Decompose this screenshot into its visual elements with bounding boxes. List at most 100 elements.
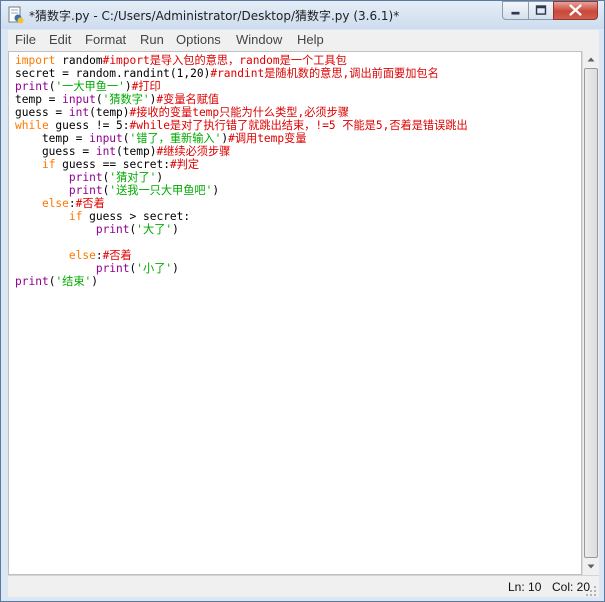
code-token: #接收的变量temp只能为什么类型,必须步骤 — [129, 106, 349, 119]
code-token: else — [41, 197, 69, 210]
code-token: if — [41, 158, 56, 171]
code-token: print — [95, 262, 130, 275]
code-token: print — [95, 223, 130, 236]
close-button[interactable] — [553, 1, 598, 20]
code-token: secret = random.randint(1,20) — [15, 67, 211, 80]
idle-python-icon[interactable] — [8, 6, 24, 24]
resize-grip-icon[interactable] — [583, 586, 597, 597]
code-token: guess = — [15, 106, 69, 119]
menu-format[interactable]: Format — [85, 32, 126, 47]
code-token: guess > secret: — [82, 210, 191, 223]
menu-help[interactable]: Help — [297, 32, 324, 47]
maximize-button[interactable] — [528, 1, 554, 20]
code-token: guess = — [15, 145, 96, 158]
code-token: #打印 — [131, 80, 161, 93]
code-token: while — [15, 119, 49, 132]
code-token: '猜数字' — [102, 93, 150, 106]
menu-edit[interactable]: Edit — [49, 32, 71, 47]
code-token: ) — [156, 171, 164, 184]
code-token: ) — [124, 80, 132, 93]
code-editor[interactable]: import random#import是导入包的意思，random是一个工具包… — [8, 51, 582, 575]
code-token: : — [68, 197, 76, 210]
code-line[interactable]: else:#否着 — [15, 249, 132, 262]
code-line[interactable]: print('送我一只大甲鱼吧') — [15, 184, 219, 197]
code-line[interactable]: while guess != 5:#while是对了执行错了就跳出结束，!=5 … — [15, 119, 468, 132]
code-token: input — [62, 93, 96, 106]
code-token: ( — [122, 132, 130, 145]
code-line[interactable]: secret = random.randint(1,20)#randint是随机… — [15, 67, 439, 80]
code-token: #调用temp变量 — [228, 132, 307, 145]
minimize-icon — [511, 11, 520, 15]
code-token: #判定 — [169, 158, 200, 171]
code-line[interactable]: import random#import是导入包的意思，random是一个工具包 — [15, 54, 347, 67]
menu-file[interactable]: File — [15, 32, 36, 47]
code-token: '小了' — [136, 262, 173, 275]
maximize-icon — [535, 5, 547, 15]
code-token: '送我一只大甲鱼吧' — [109, 184, 213, 197]
close-icon — [569, 4, 582, 16]
code-token: #变量名赋值 — [156, 93, 220, 106]
code-token: '结束' — [55, 275, 92, 288]
code-token: ) — [91, 275, 99, 288]
code-token: temp = — [15, 132, 90, 145]
idle-editor-window: *猜数字.py - C:/Users/Administrator/Desktop… — [0, 0, 605, 602]
code-token: print — [15, 80, 49, 93]
code-line[interactable]: if guess > secret: — [15, 210, 190, 223]
code-token: print — [68, 184, 103, 197]
vertical-scrollbar[interactable] — [582, 51, 599, 575]
code-line[interactable]: print('猜对了') — [15, 171, 163, 184]
scrollbar-thumb[interactable] — [584, 68, 598, 558]
code-token: #否着 — [102, 249, 132, 262]
code-token: #否着 — [75, 197, 105, 210]
code-token: temp = — [15, 93, 63, 106]
code-token: (temp) — [89, 106, 130, 119]
code-line[interactable]: if guess == secret:#判定 — [15, 158, 199, 171]
code-line[interactable]: temp = input('错了，重新输入')#调用temp变量 — [15, 132, 307, 145]
code-token: else — [68, 249, 96, 262]
code-line[interactable]: guess = int(temp)#接收的变量temp只能为什么类型,必须步骤 — [15, 106, 349, 119]
code-line[interactable]: print('一大甲鱼一')#打印 — [15, 80, 161, 93]
menu-run[interactable]: Run — [140, 32, 164, 47]
code-token: (temp) — [116, 145, 157, 158]
code-token: #继续必须步骤 — [156, 145, 231, 158]
code-token: import — [15, 54, 56, 67]
code-token: int — [68, 106, 90, 119]
code-token: ) — [172, 223, 179, 236]
code-token: input — [89, 132, 123, 145]
code-line[interactable]: print('小了') — [15, 262, 179, 275]
code-token: '猜对了' — [109, 171, 157, 184]
code-token: : — [95, 249, 103, 262]
code-token: print — [15, 275, 49, 288]
code-line[interactable]: guess = int(temp)#继续必须步骤 — [15, 145, 230, 158]
title-bar[interactable]: *猜数字.py - C:/Users/Administrator/Desktop… — [1, 1, 604, 29]
code-token: '错了，重新输入' — [129, 132, 222, 145]
code-token: guess == secret: — [55, 158, 170, 171]
code-token: ) — [172, 262, 179, 275]
code-line[interactable]: print('大了') — [15, 223, 179, 236]
line-number-status: Ln: 10 — [508, 580, 542, 594]
code-token: guess != 5: — [48, 119, 130, 132]
code-line[interactable]: print('结束') — [15, 275, 98, 288]
minimize-button[interactable] — [502, 1, 529, 20]
code-line[interactable]: else:#否着 — [15, 197, 105, 210]
menu-options[interactable]: Options — [176, 32, 221, 47]
menu-window[interactable]: Window — [236, 32, 282, 47]
code-token: int — [95, 145, 117, 158]
scroll-down-icon[interactable] — [583, 558, 599, 575]
code-token: #import是导入包的意思，random是一个工具包 — [102, 54, 347, 67]
code-token: if — [68, 210, 83, 223]
code-token: #randint是随机数的意思,调出前面要加包名 — [210, 67, 439, 80]
code-token: ) — [212, 184, 220, 197]
code-token: print — [68, 171, 103, 184]
code-token: '大了' — [136, 223, 173, 236]
code-token: ( — [95, 93, 103, 106]
scroll-up-icon[interactable] — [583, 51, 599, 68]
code-line[interactable]: temp = input('猜数字')#变量名赋值 — [15, 93, 219, 106]
code-token: #while是对了执行错了就跳出结束，!=5 不能是5,否着是错误跳出 — [129, 119, 468, 132]
